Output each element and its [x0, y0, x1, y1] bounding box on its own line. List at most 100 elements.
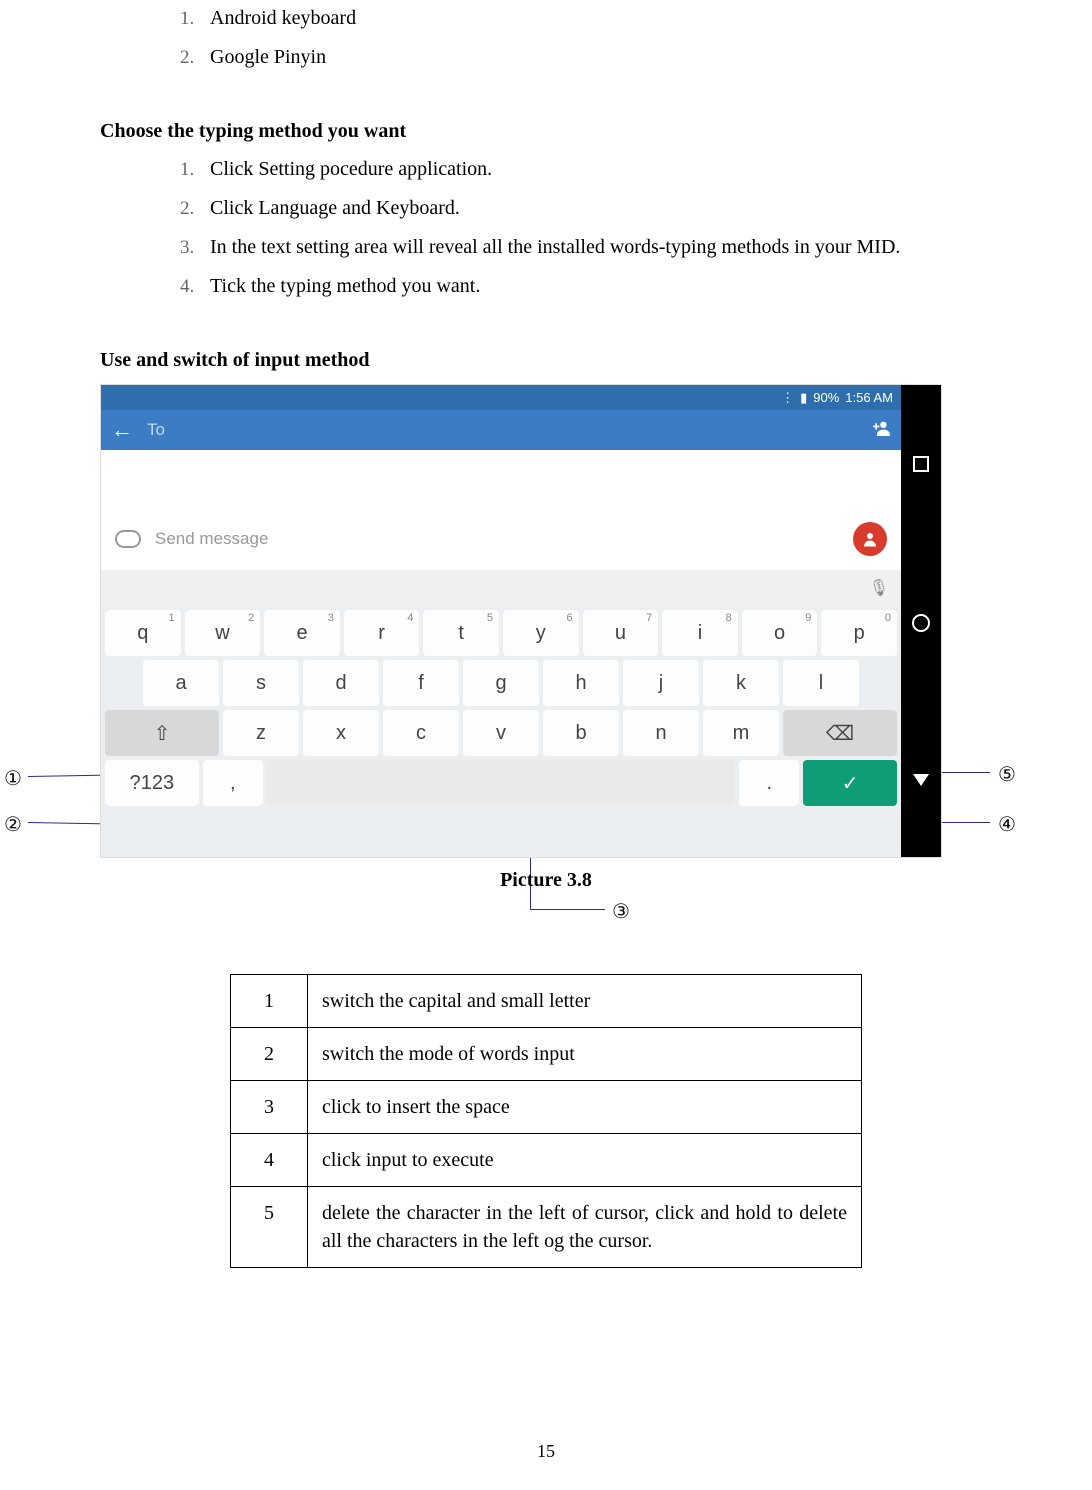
key-enter[interactable]: ✓: [803, 760, 897, 806]
key-period[interactable]: .: [739, 760, 799, 806]
callout-3: ③: [612, 899, 630, 924]
mic-icon[interactable]: 🎙: [869, 578, 889, 598]
callout-1: ①: [4, 766, 22, 791]
suggestion-bar: 🎙: [101, 570, 901, 606]
key-z[interactable]: z: [223, 710, 299, 756]
to-field[interactable]: To: [147, 420, 165, 440]
figure-caption: Picture 3.8: [100, 869, 992, 892]
table-row: 1switch the capital and small letter: [231, 975, 862, 1028]
key-backspace[interactable]: ⌫: [783, 710, 897, 756]
key-j[interactable]: j: [623, 660, 699, 706]
list-item: 1.Click Setting pocedure application.: [180, 155, 992, 184]
key-x[interactable]: x: [303, 710, 379, 756]
figure-wrap: ① ② ⑤ ④ ③ ⋮ ▮ 90% 1:56 AM ← To: [100, 384, 992, 944]
add-contact-icon[interactable]: [871, 420, 891, 441]
list-b: 1.Click Setting pocedure application.2.C…: [180, 155, 992, 301]
legend-num: 1: [231, 975, 308, 1028]
list-text: Android keyboard: [210, 4, 992, 33]
callout-5: ⑤: [998, 762, 1016, 787]
key-l[interactable]: l: [783, 660, 859, 706]
table-row: 3click to insert the space: [231, 1081, 862, 1134]
legend-desc: switch the mode of words input: [308, 1028, 862, 1081]
key-space[interactable]: [267, 760, 736, 806]
key-n[interactable]: n: [623, 710, 699, 756]
list-text: In the text setting area will reveal all…: [210, 233, 992, 262]
key-q[interactable]: q1: [105, 610, 181, 656]
legend-num: 4: [231, 1134, 308, 1187]
table-row: 4click input to execute: [231, 1134, 862, 1187]
battery-text: 90%: [813, 390, 839, 405]
message-input[interactable]: Send message: [155, 529, 839, 549]
key-w[interactable]: w2: [185, 610, 261, 656]
list-text: Google Pinyin: [210, 43, 992, 72]
nav-home-icon[interactable]: [912, 614, 930, 632]
table-row: 5delete the character in the left of cur…: [231, 1187, 862, 1268]
key-mode[interactable]: ?123: [105, 760, 199, 806]
app-topbar: ← To: [101, 410, 901, 450]
legend-num: 3: [231, 1081, 308, 1134]
battery-icon: ▮: [800, 390, 807, 406]
clock-text: 1:56 AM: [845, 390, 893, 405]
list-item: 3.In the text setting area will reveal a…: [180, 233, 992, 262]
list-item: 1.Android keyboard: [180, 4, 992, 33]
key-c[interactable]: c: [383, 710, 459, 756]
list-marker: 1.: [180, 5, 210, 33]
key-v[interactable]: v: [463, 710, 539, 756]
legend-num: 2: [231, 1028, 308, 1081]
key-p[interactable]: p0: [821, 610, 897, 656]
bluetooth-icon: ⋮: [781, 390, 794, 406]
attach-icon[interactable]: [115, 530, 141, 548]
key-h[interactable]: h: [543, 660, 619, 706]
table-row: 2switch the mode of words input: [231, 1028, 862, 1081]
key-k[interactable]: k: [703, 660, 779, 706]
key-t[interactable]: t5: [423, 610, 499, 656]
key-i[interactable]: i8: [662, 610, 738, 656]
list-item: 2.Google Pinyin: [180, 43, 992, 72]
list-text: Click Language and Keyboard.: [210, 194, 992, 223]
heading-use: Use and switch of input method: [100, 349, 992, 372]
callout-4: ④: [998, 812, 1016, 837]
key-e[interactable]: e3: [264, 610, 340, 656]
callout-2: ②: [4, 812, 22, 837]
list-text: Click Setting pocedure application.: [210, 155, 992, 184]
list-item: 2.Click Language and Keyboard.: [180, 194, 992, 223]
key-o[interactable]: o9: [742, 610, 818, 656]
legend-desc: click to insert the space: [308, 1081, 862, 1134]
key-comma[interactable]: ,: [203, 760, 263, 806]
heading-choose: Choose the typing method you want: [100, 120, 992, 143]
key-shift[interactable]: ⇧: [105, 710, 219, 756]
system-nav-bar: [901, 385, 941, 857]
list-marker: 4.: [180, 273, 210, 301]
key-u[interactable]: u7: [583, 610, 659, 656]
legend-num: 5: [231, 1187, 308, 1268]
list-marker: 1.: [180, 156, 210, 184]
send-fab[interactable]: [853, 522, 887, 556]
screenshot: ⋮ ▮ 90% 1:56 AM ← To Send messag: [100, 384, 942, 858]
key-r[interactable]: r4: [344, 610, 420, 656]
keyboard: q1w2e3r4t5y6u7i8o9p0 asdfghjkl ⇧zxcvbnm⌫…: [101, 606, 901, 857]
legend-desc: delete the character in the left of curs…: [308, 1187, 862, 1268]
list-item: 4.Tick the typing method you want.: [180, 272, 992, 301]
list-marker: 3.: [180, 234, 210, 262]
legend-table: 1switch the capital and small letter2swi…: [230, 974, 862, 1268]
key-b[interactable]: b: [543, 710, 619, 756]
key-f[interactable]: f: [383, 660, 459, 706]
key-y[interactable]: y6: [503, 610, 579, 656]
status-bar: ⋮ ▮ 90% 1:56 AM: [101, 385, 901, 410]
legend-desc: switch the capital and small letter: [308, 975, 862, 1028]
key-m[interactable]: m: [703, 710, 779, 756]
key-a[interactable]: a: [143, 660, 219, 706]
page-number: 15: [0, 1441, 1092, 1462]
list-text: Tick the typing method you want.: [210, 272, 992, 301]
key-s[interactable]: s: [223, 660, 299, 706]
list-marker: 2.: [180, 195, 210, 223]
list-a: 1.Android keyboard2.Google Pinyin: [180, 4, 992, 72]
key-d[interactable]: d: [303, 660, 379, 706]
back-icon[interactable]: ←: [111, 417, 133, 443]
key-g[interactable]: g: [463, 660, 539, 706]
legend-desc: click input to execute: [308, 1134, 862, 1187]
callout-line-3h: [530, 909, 605, 910]
nav-recent-icon[interactable]: [913, 456, 929, 472]
nav-back-icon[interactable]: [913, 774, 929, 786]
list-marker: 2.: [180, 44, 210, 72]
